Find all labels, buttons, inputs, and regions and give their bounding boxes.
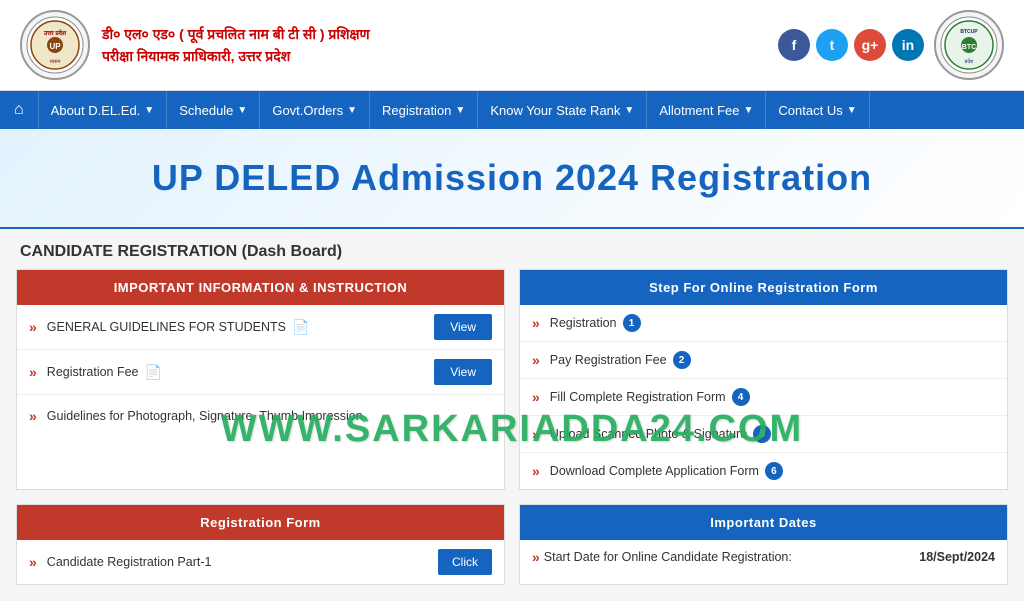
- step-number: 2: [673, 351, 691, 369]
- step-number: 1: [623, 314, 641, 332]
- page-header: उत्तर प्रदेश UP शासन डी० एल० एड० ( पूर्व…: [0, 0, 1024, 91]
- important-dates-body: » Start Date for Online Candidate Regist…: [520, 540, 1007, 574]
- nav-about[interactable]: About D.EL.Ed. ▼: [39, 91, 168, 129]
- click-registration-button[interactable]: Click: [438, 549, 492, 575]
- linkedin-icon[interactable]: in: [892, 29, 924, 61]
- header-left: उत्तर प्रदेश UP शासन डी० एल० एड० ( पूर्व…: [20, 10, 370, 80]
- list-item: » Registration Fee 📄 View: [17, 350, 504, 395]
- important-info-panel: IMPORTANT INFORMATION & INSTRUCTION » GE…: [16, 269, 505, 490]
- googleplus-icon[interactable]: g+: [854, 29, 886, 61]
- step-number: 4: [732, 388, 750, 406]
- list-item: » Pay Registration Fee 2: [520, 342, 1007, 379]
- logo-left: उत्तर प्रदेश UP शासन: [20, 10, 90, 80]
- registration-form-panel: Registration Form » Candidate Registrati…: [16, 504, 505, 585]
- steps-panel: Step For Online Registration Form » Regi…: [519, 269, 1008, 490]
- steps-header: Step For Online Registration Form: [520, 270, 1007, 305]
- chevron-down-icon: ▼: [237, 105, 247, 116]
- content-grid: IMPORTANT INFORMATION & INSTRUCTION » GE…: [0, 269, 1024, 601]
- chevron-down-icon: ▼: [744, 105, 754, 116]
- header-title: डी० एल० एड० ( पूर्व प्रचलित नाम बी टी सी…: [102, 23, 370, 68]
- svg-text:UP: UP: [49, 42, 61, 51]
- view-general-guidelines-button[interactable]: View: [434, 314, 492, 340]
- home-button[interactable]: ⌂: [0, 91, 39, 129]
- step-number: 6: [765, 462, 783, 480]
- list-item: » Download Complete Application Form 6: [520, 453, 1007, 489]
- nav-contact-us[interactable]: Contact Us ▼: [766, 91, 869, 129]
- registration-form-body: » Candidate Registration Part-1 Click: [17, 540, 504, 584]
- list-item: » Fill Complete Registration Form 4: [520, 379, 1007, 416]
- bullet-icon: »: [532, 426, 540, 442]
- svg-text:शासन: शासन: [50, 59, 61, 65]
- important-info-body: » GENERAL GUIDELINES FOR STUDENTS 📄 View…: [17, 305, 504, 437]
- list-item: » Candidate Registration Part-1 Click: [17, 540, 504, 584]
- content-area: IMPORTANT INFORMATION & INSTRUCTION » GE…: [0, 269, 1024, 601]
- bullet-icon: »: [532, 389, 540, 405]
- important-info-header: IMPORTANT INFORMATION & INSTRUCTION: [17, 270, 504, 305]
- logo-right: BTCUP BTC प्रदेश: [934, 10, 1004, 80]
- nav-allotment-fee[interactable]: Allotment Fee ▼: [647, 91, 766, 129]
- svg-text:प्रदेश: प्रदेश: [965, 58, 975, 65]
- bullet-icon: »: [29, 554, 37, 570]
- svg-text:उत्तर प्रदेश: उत्तर प्रदेश: [43, 29, 67, 37]
- list-item: » Guidelines for Photograph, Signature, …: [17, 395, 504, 437]
- view-registration-fee-button[interactable]: View: [434, 359, 492, 385]
- nav-govt-orders[interactable]: Govt.Orders ▼: [260, 91, 370, 129]
- document-icon: 📄: [292, 319, 309, 336]
- header-right: f t g+ in BTCUP BTC प्रदेश: [778, 10, 1004, 80]
- nav-state-rank[interactable]: Know Your State Rank ▼: [478, 91, 647, 129]
- svg-text:BTC: BTC: [962, 44, 976, 51]
- important-dates-header: Important Dates: [520, 505, 1007, 540]
- bullet-icon: »: [532, 549, 540, 565]
- chevron-down-icon: ▼: [624, 105, 634, 116]
- list-item: » GENERAL GUIDELINES FOR STUDENTS 📄 View: [17, 305, 504, 350]
- document-icon: 📄: [145, 364, 162, 381]
- chevron-down-icon: ▼: [347, 105, 357, 116]
- social-icons: f t g+ in: [778, 29, 924, 61]
- home-icon: ⌂: [14, 101, 24, 119]
- steps-body: » Registration 1 » Pay Registration Fee …: [520, 305, 1007, 489]
- navbar: ⌂ About D.EL.Ed. ▼ Schedule ▼ Govt.Order…: [0, 91, 1024, 129]
- bullet-icon: »: [29, 319, 37, 335]
- bullet-icon: »: [29, 364, 37, 380]
- chevron-down-icon: ▼: [847, 105, 857, 116]
- important-dates-panel: Important Dates » Start Date for Online …: [519, 504, 1008, 585]
- date-value: 18/Sept/2024: [919, 550, 995, 564]
- step-number: 5: [753, 425, 771, 443]
- list-item: » Start Date for Online Candidate Regist…: [520, 540, 1007, 574]
- bullet-icon: »: [532, 463, 540, 479]
- list-item: » Upload Scanned Photo & Signature 5: [520, 416, 1007, 453]
- registration-form-header: Registration Form: [17, 505, 504, 540]
- twitter-icon[interactable]: t: [816, 29, 848, 61]
- list-item: » Registration 1: [520, 305, 1007, 342]
- nav-schedule[interactable]: Schedule ▼: [167, 91, 260, 129]
- bullet-icon: »: [532, 315, 540, 331]
- bullet-icon: »: [29, 408, 37, 424]
- hero-title: UP DELED Admission 2024 Registration: [20, 157, 1004, 199]
- chevron-down-icon: ▼: [455, 105, 465, 116]
- hero-banner: UP DELED Admission 2024 Registration: [0, 129, 1024, 229]
- facebook-icon[interactable]: f: [778, 29, 810, 61]
- section-title: CANDIDATE REGISTRATION (Dash Board): [0, 229, 1024, 269]
- bullet-icon: »: [532, 352, 540, 368]
- svg-text:BTCUP: BTCUP: [960, 29, 978, 35]
- nav-registration[interactable]: Registration ▼: [370, 91, 478, 129]
- chevron-down-icon: ▼: [144, 105, 154, 116]
